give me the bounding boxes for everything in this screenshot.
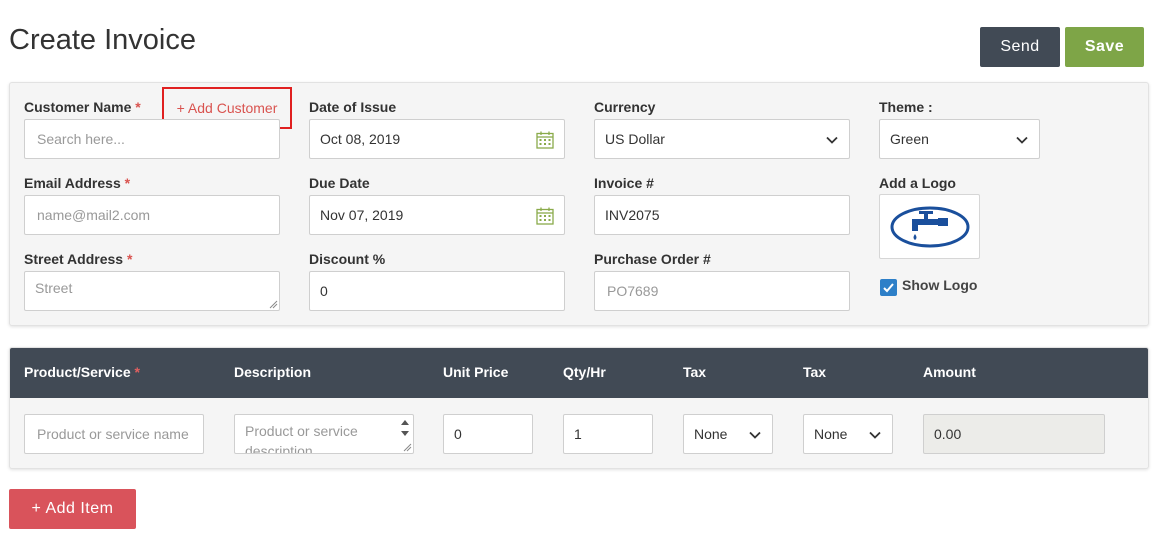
street-label: Street Address * [24,251,132,267]
description-textarea[interactable]: Product or service description... [234,414,414,454]
description-placeholder: Product or service description... [245,423,358,454]
theme-value: Green [890,131,929,147]
items-table: Product/Service * Description Unit Price… [9,347,1149,469]
column-header-amount: Amount [923,364,976,380]
due-date-label: Due Date [309,175,370,191]
tax-2-value: None [814,426,848,442]
resize-handle-icon[interactable] [268,299,278,309]
column-header-unit-price: Unit Price [443,364,509,380]
page-title: Create Invoice [9,24,196,56]
send-button[interactable]: Send [980,27,1060,67]
tax-2-select[interactable]: None [803,414,893,454]
save-button[interactable]: Save [1065,27,1144,67]
date-of-issue-value: Oct 08, 2019 [320,131,401,147]
add-logo-label: Add a Logo [879,175,956,191]
column-header-tax-1: Tax [683,364,707,380]
theme-label: Theme : [879,99,933,115]
customer-name-label-text: Customer Name [24,99,132,115]
calendar-icon[interactable] [536,131,554,149]
column-header-text: Product/Service [24,364,131,380]
customer-name-label: Customer Name * [24,99,141,115]
resize-handle-icon[interactable] [402,442,412,452]
chevron-down-icon [826,136,838,144]
currency-value: US Dollar [605,131,665,147]
check-icon [883,283,894,293]
qty-field[interactable]: 1 [563,414,653,454]
purchase-order-field[interactable] [594,271,850,311]
currency-select[interactable]: US Dollar [594,119,850,159]
column-header-qty: Qty/Hr [563,364,606,380]
street-placeholder: Street [35,280,73,296]
chevron-down-icon [749,431,761,439]
faucet-logo-icon [890,206,969,247]
show-logo-label[interactable]: Show Logo [902,277,977,293]
due-date-field[interactable]: Nov 07, 2019 [309,195,565,235]
street-textarea[interactable]: Street [24,271,280,311]
column-header-description: Description [234,364,312,380]
discount-field[interactable]: 0 [309,271,565,311]
tax-1-select[interactable]: None [683,414,773,454]
unit-price-field[interactable]: 0 [443,414,533,454]
calendar-icon[interactable] [536,207,554,225]
email-field[interactable] [24,195,280,235]
customer-search-field[interactable] [24,119,280,159]
items-table-header: Product/Service * Description Unit Price… [10,348,1148,398]
invoice-details-card: Customer Name * + Add Customer Email Add… [9,82,1149,326]
email-input[interactable] [35,206,269,224]
scroll-arrows-icon[interactable] [400,418,410,438]
customer-search-input[interactable] [35,130,269,148]
logo-upload[interactable] [879,194,980,259]
discount-value: 0 [320,283,328,299]
amount-field: 0.00 [923,414,1105,454]
required-marker: * [124,175,131,191]
required-marker: * [135,99,141,115]
add-item-button[interactable]: + Add Item [9,489,136,529]
date-of-issue-label: Date of Issue [309,99,397,115]
invoice-number-field[interactable]: INV2075 [594,195,850,235]
required-marker: * [126,251,133,267]
column-header-tax-2: Tax [803,364,827,380]
product-name-input[interactable] [35,425,193,443]
tax-1-value: None [694,426,728,442]
currency-label: Currency [594,99,656,115]
due-date-value: Nov 07, 2019 [320,207,404,223]
unit-price-value: 0 [454,426,462,442]
product-name-field[interactable] [24,414,204,454]
chevron-down-icon [869,431,881,439]
column-header-product: Product/Service * [24,364,140,380]
amount-value: 0.00 [934,426,962,442]
chevron-down-icon [1016,136,1028,144]
invoice-number-value: INV2075 [605,207,660,223]
invoice-number-label: Invoice # [594,175,654,191]
email-label: Email Address * [24,175,130,191]
purchase-order-label: Purchase Order # [594,251,711,267]
discount-label: Discount % [309,251,386,267]
show-logo-checkbox[interactable] [880,279,897,296]
required-marker: * [134,364,140,380]
date-of-issue-field[interactable]: Oct 08, 2019 [309,119,565,159]
qty-value: 1 [574,426,582,442]
theme-select[interactable]: Green [879,119,1040,159]
purchase-order-input[interactable] [605,282,839,300]
street-label-text: Street Address [24,251,124,267]
email-label-text: Email Address [24,175,121,191]
